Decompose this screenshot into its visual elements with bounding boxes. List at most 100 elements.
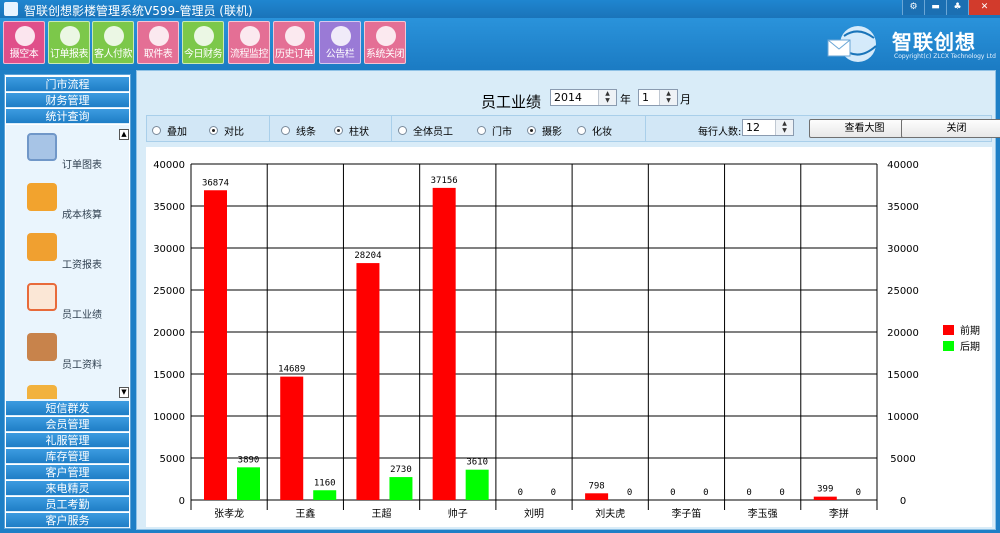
sidebar-item-staff-info[interactable]: 员工资料 [6, 329, 116, 379]
per-row-spinner[interactable]: 12 ▲ ▼ [742, 119, 794, 136]
toolbar-button-1[interactable]: 订单报表 [48, 21, 90, 64]
bar-value-label: 798 [588, 481, 604, 491]
x-category-label: 王鑫 [295, 507, 315, 520]
radio-bar[interactable]: 柱状 [334, 123, 369, 138]
bar-pre [280, 376, 304, 500]
y-tick-label-right: 30000 [887, 244, 919, 255]
legend-label: 前期 [960, 324, 980, 337]
payment-icon [104, 26, 124, 46]
toolbar-button-3[interactable]: 取件表 [137, 21, 179, 64]
radio-dot [477, 126, 486, 135]
y-tick-label-left: 20000 [153, 328, 185, 339]
bar-value-label: 3890 [238, 455, 260, 465]
year-spinner[interactable]: 2014 ▲ ▼ [550, 89, 617, 106]
year-spin-arrows[interactable]: ▲ ▼ [598, 90, 616, 105]
options-bar: 叠加 对比 线条 柱状 全体员工 门市 摄影 化妆 每行人数: 12 ▲ ▼ 查看… [146, 115, 1000, 142]
finance-icon [194, 26, 214, 46]
toolbar-button-7[interactable]: 公告栏 [319, 21, 361, 64]
style-group: 线条 柱状 [270, 116, 392, 141]
radio-all-staff[interactable]: 全体员工 [398, 123, 453, 138]
month-spin-arrows[interactable]: ▲ ▼ [659, 90, 677, 105]
brand-subtitle: Copyright(c) ZLCX Technology Ltd [894, 53, 996, 60]
sidebar-item-order-chart[interactable]: 订单图表 [6, 129, 116, 179]
bar-post [237, 467, 260, 500]
x-category-label: 李玉强 [748, 507, 778, 520]
close-report-button[interactable]: 关闭 [901, 119, 1000, 138]
bar-pre [204, 190, 227, 500]
bar-post [389, 477, 413, 500]
app-icon [4, 2, 18, 16]
y-tick-label-right: 15000 [887, 370, 919, 381]
scope-group: 全体员工 门市 摄影 化妆 [392, 116, 646, 141]
sidebar-statistics-list: 订单图表 成本核算 工资报表 员工业绩 员工资料 ▲ ▼ [6, 125, 129, 401]
close-button[interactable]: ✕ [968, 0, 1000, 15]
sidebar-header-inventory[interactable]: 库存管理 [6, 449, 129, 464]
radio-store[interactable]: 门市 [477, 123, 512, 138]
legend-swatch [943, 341, 954, 351]
skin-button[interactable]: ♣ [946, 0, 968, 15]
sidebar-header-dress[interactable]: 礼服管理 [6, 433, 129, 448]
sidebar-item-partial [6, 381, 116, 399]
sidebar-header-service[interactable]: 客户服务 [6, 513, 129, 528]
bar-value-label: 399 [817, 485, 833, 495]
brand-logo: 智联创想 Copyright(c) ZLCX Technology Ltd [824, 22, 996, 66]
month-spinner[interactable]: 1 ▲ ▼ [638, 89, 678, 106]
brand-name: 智联创想 [892, 30, 976, 54]
cost-icon [27, 183, 57, 211]
bar-value-label: 28204 [354, 251, 381, 261]
sidebar-header-sms[interactable]: 短信群发 [6, 401, 129, 416]
bar-pre [356, 263, 380, 500]
window-controls: ⚙ ▬ ♣ ✕ [902, 0, 1000, 15]
sidebar-header-statistics[interactable]: 统计查询 [6, 109, 129, 124]
radio-line[interactable]: 线条 [281, 123, 316, 138]
y-tick-label-right: 5000 [890, 454, 915, 465]
sidebar-header-attendance[interactable]: 员工考勤 [6, 497, 129, 512]
scroll-down-button[interactable]: ▼ [119, 387, 129, 398]
per-row-spin-arrows[interactable]: ▲ ▼ [775, 120, 793, 135]
sidebar-item-cost[interactable]: 成本核算 [6, 179, 116, 229]
toolbar-button-4[interactable]: 今日财务 [182, 21, 224, 64]
radio-overlay[interactable]: 叠加 [152, 123, 187, 138]
chart-area: 0 0 5000 5000 10000 10000 15000 15000 20000 20000… [146, 147, 992, 527]
x-category-label: 李子笛 [671, 507, 701, 520]
radio-makeup[interactable]: 化妆 [577, 123, 612, 138]
y-tick-label-right: 35000 [887, 202, 919, 213]
bar-value-label: 0 [703, 488, 708, 498]
toolbar-button-8[interactable]: 系统关闭 [364, 21, 406, 64]
minimize-button[interactable]: ▬ [924, 0, 946, 15]
y-tick-label-left: 0 [179, 496, 185, 507]
main-panel: 员工业绩 2014 ▲ ▼ 年 1 ▲ ▼ 月 叠加 对比 线条 柱状 全体员工 门… [136, 70, 1000, 530]
toolbar-button-5[interactable]: 流程监控 [228, 21, 270, 64]
sidebar-item-performance[interactable]: 员工业绩 [6, 279, 116, 329]
x-category-label: 帅子 [448, 507, 468, 520]
mode-group: 叠加 对比 [147, 116, 270, 141]
bar-value-label: 0 [551, 488, 556, 498]
bar-value-label: 3610 [466, 458, 488, 468]
toolbar-button-6[interactable]: 历史订单 [273, 21, 315, 64]
performance-chart: 0 0 5000 5000 10000 10000 15000 15000 20000 20000… [153, 160, 980, 520]
sidebar-header-store-flow[interactable]: 门市流程 [6, 77, 129, 92]
x-category-label: 张孝龙 [214, 507, 244, 520]
sidebar-header-finance[interactable]: 财务管理 [6, 93, 129, 108]
sidebar-header-members[interactable]: 会员管理 [6, 417, 129, 432]
staff-info-icon [27, 333, 57, 361]
toolbar-button-2[interactable]: 客人付款 [92, 21, 134, 64]
y-tick-label-right: 25000 [887, 286, 919, 297]
bar-value-label: 1160 [314, 478, 336, 488]
radio-compare[interactable]: 对比 [209, 123, 244, 138]
performance-icon [27, 283, 57, 311]
x-category-label: 刘夫虎 [595, 508, 625, 520]
radio-photography[interactable]: 摄影 [527, 123, 562, 138]
sidebar-item-salary[interactable]: 工资报表 [6, 229, 116, 279]
toolbar-button-0[interactable]: 摄空本 [3, 21, 45, 64]
camera-icon [15, 26, 35, 46]
radio-dot [209, 126, 218, 135]
settings-button[interactable]: ⚙ [902, 0, 924, 15]
sidebar-header-customers[interactable]: 客户管理 [6, 465, 129, 480]
scroll-up-button[interactable]: ▲ [119, 129, 129, 140]
x-category-label: 李拼 [829, 507, 849, 520]
y-tick-label-right: 10000 [887, 412, 919, 423]
process-monitor-icon [240, 26, 260, 46]
sidebar-header-caller[interactable]: 来电精灵 [6, 481, 129, 496]
report-title: 员工业绩 [481, 93, 542, 111]
